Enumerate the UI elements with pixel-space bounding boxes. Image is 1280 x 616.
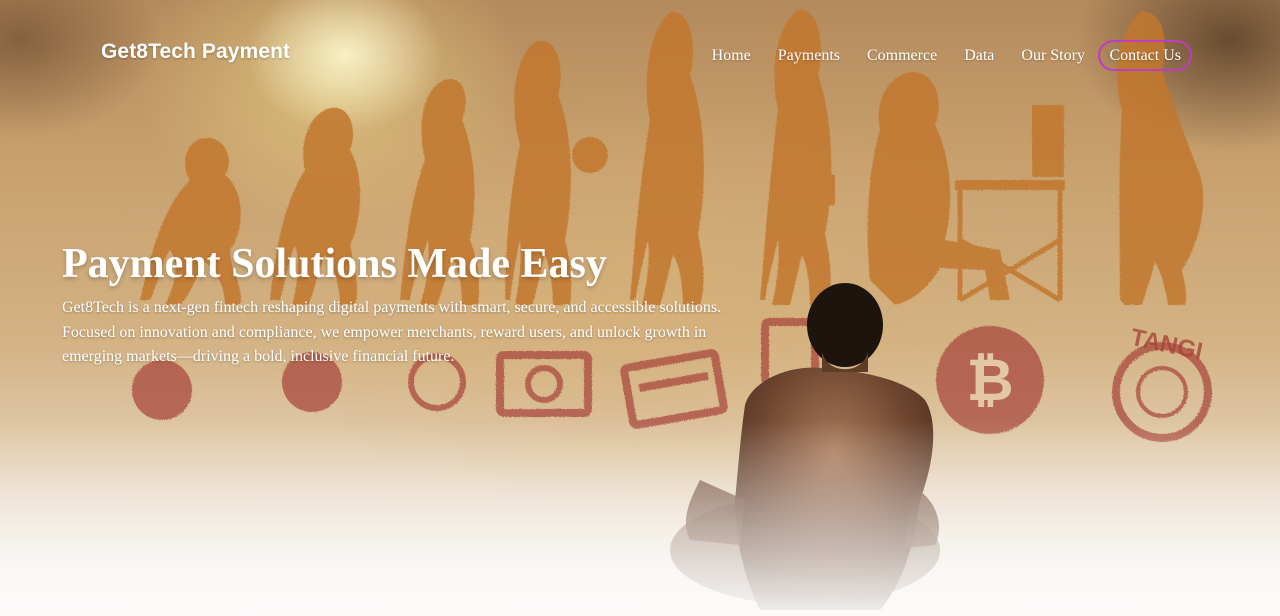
nav-our-story-link[interactable]: Our Story — [1008, 42, 1099, 70]
wall-text: TANGI — [1128, 324, 1205, 366]
nav-contact-us-button[interactable]: Contact Us — [1098, 40, 1192, 71]
hero-title: Payment Solutions Made Easy — [62, 241, 607, 287]
nav-commerce-link[interactable]: Commerce — [853, 42, 950, 70]
bitcoin-symbol-icon: ₿ — [966, 348, 1013, 413]
nav-home-link[interactable]: Home — [698, 42, 764, 70]
main-nav: Home Payments Commerce Data Our Story Co… — [698, 40, 1192, 71]
brand-logo[interactable]: Get8Tech Payment — [101, 40, 290, 64]
nav-payments-link[interactable]: Payments — [764, 42, 853, 70]
hero-description: Get8Tech is a next-gen fintech reshaping… — [62, 299, 722, 365]
nav-data-link[interactable]: Data — [951, 42, 1008, 70]
